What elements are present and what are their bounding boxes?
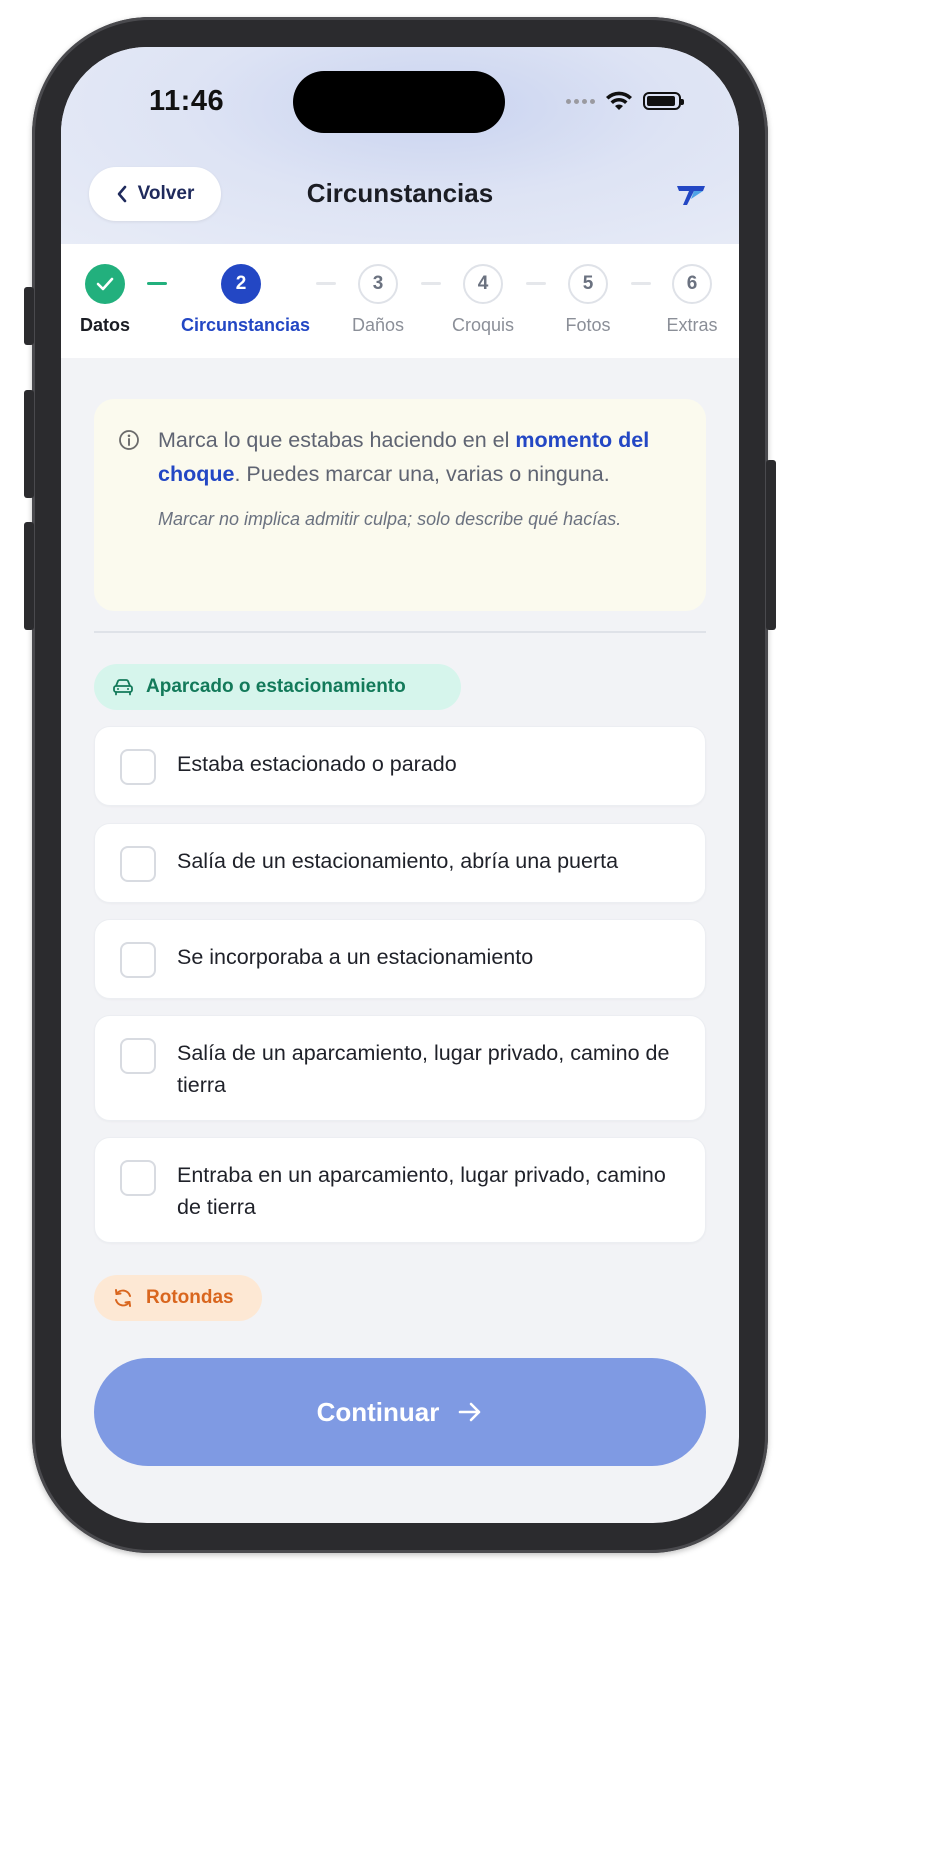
option-entraba-aparcamiento[interactable]: Entraba en un aparcamiento, lugar privad… (94, 1137, 706, 1243)
option-label: Estaba estacionado o parado (177, 752, 457, 776)
step-circunstancias[interactable]: 2 Circunstancias (181, 264, 311, 336)
section-title: Rotondas (146, 1287, 234, 1308)
option-salia-estacionamiento[interactable]: Salía de un estacionamiento, abría una p… (94, 823, 706, 903)
step-number: 5 (568, 264, 608, 304)
refresh-icon (115, 1289, 131, 1307)
progress-stepper: Datos 2 Circunstancias 3 Daños 4 Croquis… (61, 244, 739, 358)
step-number: 2 (221, 264, 261, 304)
action-button (24, 287, 34, 345)
option-label: Salía de un aparcamiento, lugar privado,… (177, 1041, 670, 1097)
step-label: Daños (351, 315, 405, 335)
step-extras[interactable]: 6 Extras (632, 264, 739, 336)
dynamic-island (293, 71, 505, 133)
step-fotos[interactable]: 5 Fotos (528, 264, 648, 336)
info-box: Marca lo que estabas haciendo en el mome… (94, 399, 706, 611)
continue-button-label: Continuar (316, 1396, 440, 1427)
step-label: Fotos (565, 315, 611, 335)
checkbox[interactable] (120, 942, 156, 978)
status-time: 11:46 (149, 85, 225, 117)
step-number: 4 (463, 264, 503, 304)
volume-down-button (24, 522, 34, 630)
step-number: 3 (358, 264, 398, 304)
arrow-right-icon (459, 1402, 481, 1422)
step-label: Extras (666, 315, 718, 335)
section-tag-aparcado: Aparcado o estacionamiento (94, 664, 461, 710)
checkbox[interactable] (120, 1160, 156, 1196)
info-icon (119, 430, 139, 450)
check-icon (85, 264, 125, 304)
car-icon (113, 679, 133, 696)
step-label: Croquis (451, 315, 515, 335)
option-incorporaba[interactable]: Se incorporaba a un estacionamiento (94, 919, 706, 999)
option-label: Salía de un estacionamiento, abría una p… (177, 849, 619, 873)
screen: 11:46 Volver Circunstancias Datos 2 Circ… (61, 47, 739, 1523)
volume-up-button (24, 390, 34, 498)
page-title: Circunstancias (306, 178, 494, 208)
status-icons (566, 91, 684, 111)
option-label: Se incorporaba a un estacionamiento (177, 945, 534, 969)
checkbox[interactable] (120, 846, 156, 882)
option-estacionado[interactable]: Estaba estacionado o parado (94, 726, 706, 806)
section-tag-rotondas: Rotondas (94, 1275, 262, 1321)
step-croquis[interactable]: 4 Croquis (423, 264, 543, 336)
info-note: Marcar no implica admitir culpa; solo de… (158, 509, 622, 529)
step-datos[interactable]: Datos (61, 264, 165, 336)
wifi-icon (606, 91, 632, 110)
step-number: 6 (672, 264, 712, 304)
info-text-part: . Puedes marcar una, varias o ninguna. (234, 462, 610, 486)
divider (94, 631, 706, 633)
info-text-part: Marca lo que estabas haciendo en el (158, 428, 516, 452)
section-title: Aparcado o estacionamiento (146, 676, 406, 697)
cellular-signal-icon (566, 98, 595, 104)
brand-logo-icon (677, 186, 705, 205)
step-danos[interactable]: 3 Daños (318, 264, 438, 336)
option-label: Entraba en un aparcamiento, lugar privad… (177, 1163, 666, 1219)
step-label: Datos (79, 315, 130, 335)
power-button (766, 460, 776, 630)
continue-button[interactable]: Continuar (94, 1358, 706, 1466)
checkbox[interactable] (120, 749, 156, 785)
step-label: Circunstancias (181, 315, 311, 335)
option-salia-aparcamiento[interactable]: Salía de un aparcamiento, lugar privado,… (94, 1015, 706, 1121)
checkbox[interactable] (120, 1038, 156, 1074)
battery-icon (643, 92, 684, 110)
info-text: Marca lo que estabas haciendo en el mome… (158, 423, 672, 491)
